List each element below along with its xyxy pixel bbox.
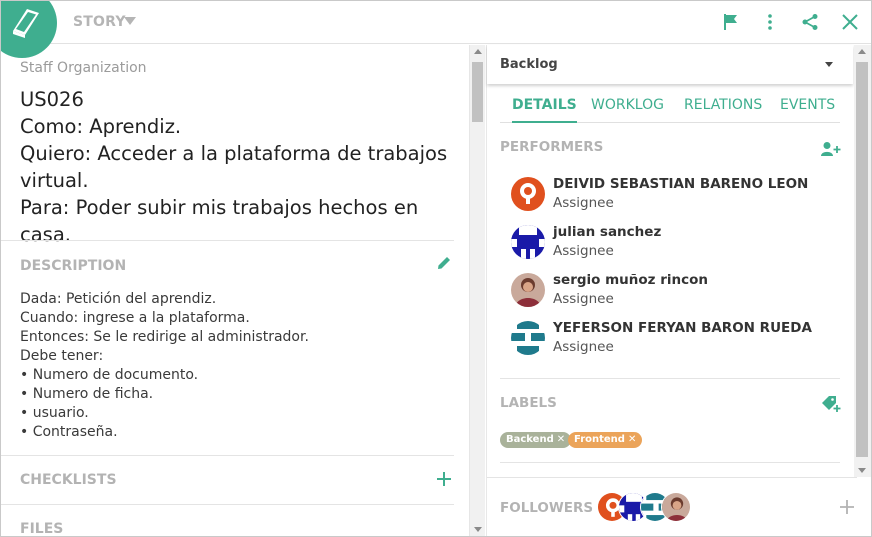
label-tag-text: Backend [506,434,554,445]
status-value: Backlog [500,57,558,72]
add-checklist-icon[interactable] [435,470,453,492]
performers-label: PERFORMERS [500,139,604,155]
pencil-icon[interactable] [436,255,452,275]
tab-details[interactable]: DETAILS [512,97,577,123]
flag-icon[interactable] [722,13,740,31]
story-title[interactable]: US026 Como: Aprendiz. Quiero: Acceder a … [20,86,460,248]
tab-events[interactable]: EVENTS [780,97,835,123]
scrollbar-thumb[interactable] [472,62,483,122]
label-tag[interactable]: Frontend ✕ [568,432,643,448]
left-scrollbar[interactable] [469,45,485,536]
followers-label: FOLLOWERS [500,500,594,516]
labels-label: LABELS [500,395,557,411]
story-window: STORY Staff Organization US026 Como: Apr… [0,0,872,537]
performer-name: julian sanchez [553,224,662,240]
performer-item[interactable]: sergio muñoz rincon Assignee [511,269,831,309]
avatar [511,225,545,259]
label-tag-text: Frontend [574,434,625,445]
divider [1,240,454,241]
right-scrollbar[interactable] [854,45,871,477]
add-label-icon[interactable] [821,395,841,417]
divider [500,462,840,463]
add-user-icon[interactable] [821,141,841,161]
performer-role: Assignee [553,195,614,211]
checklists-label: CHECKLISTS [20,472,117,488]
performer-role: Assignee [553,243,614,259]
divider [1,455,454,456]
close-icon[interactable] [841,13,859,31]
scroll-down-icon[interactable] [474,527,482,532]
description-text[interactable]: Dada: Petición del aprendiz. Cuando: ing… [20,290,440,442]
tab-relations[interactable]: RELATIONS [684,97,762,123]
avatar [511,177,545,211]
details-pane: Backlog DETAILS WORKLOG RELATIONS EVENTS… [486,45,857,536]
performer-role: Assignee [553,291,614,307]
performer-name: YEFERSON FERYAN BARON RUEDA [553,320,812,336]
tab-worklog[interactable]: WORKLOG [591,97,664,123]
performer-name: DEIVID SEBASTIAN BARENO LEON [553,176,809,192]
tab-bar: DETAILS WORKLOG RELATIONS EVENTS [500,97,840,123]
description-label: DESCRIPTION [20,258,127,274]
book-icon [13,9,39,38]
share-icon[interactable] [801,13,819,31]
more-vertical-icon[interactable] [761,13,779,31]
story-main-pane: Staff Organization US026 Como: Aprendiz.… [1,45,469,537]
performer-role: Assignee [553,339,614,355]
performer-item[interactable]: julian sanchez Assignee [511,221,831,261]
project-name[interactable]: Staff Organization [20,60,147,76]
header-bar: STORY [1,1,871,58]
performer-item[interactable]: YEFERSON FERYAN BARON RUEDA Assignee [511,317,831,357]
performer-name: sergio muñoz rincon [553,272,709,288]
add-follower-icon[interactable] [838,498,856,520]
issue-type-selector[interactable]: STORY [73,14,126,30]
followers-bar: FOLLOWERS [487,477,857,536]
remove-label-icon[interactable]: ✕ [628,434,636,445]
status-dropdown[interactable]: Backlog [487,45,853,84]
label-tag[interactable]: Backend ✕ [500,432,572,448]
avatar [511,273,545,307]
remove-label-icon[interactable]: ✕ [557,434,565,445]
chevron-down-icon[interactable] [124,17,136,25]
performer-item[interactable]: DEIVID SEBASTIAN BARENO LEON Assignee [511,173,831,213]
scroll-up-icon[interactable] [474,49,482,54]
divider [1,504,454,505]
scrollbar-thumb[interactable] [856,62,868,457]
follower-avatar[interactable] [661,492,691,522]
scroll-down-icon[interactable] [858,468,866,473]
avatar [511,321,545,355]
scroll-up-icon[interactable] [858,49,866,54]
caret-down-icon [825,62,833,67]
files-label: FILES [20,521,64,537]
divider [500,378,840,379]
